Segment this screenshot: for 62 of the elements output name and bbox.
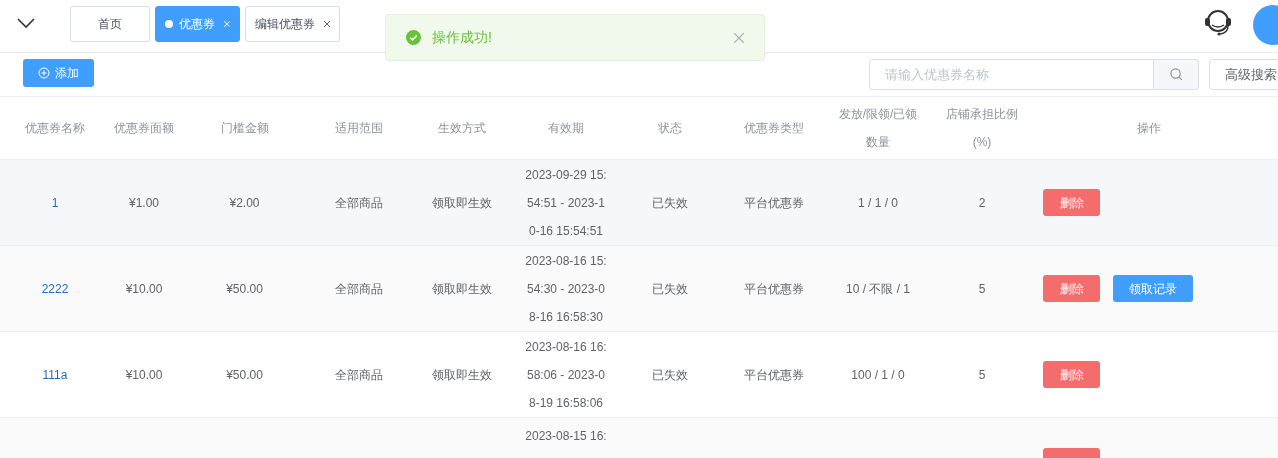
table-row[interactable]: 2222 ¥10.00 ¥50.00 全部商品 领取即生效 2023-08-16 15:54:30 - 2023-08-16 16:58:30 已失效 平台优惠券 10 / 不限 / 1 5 删除 领取记录 — [0, 246, 1278, 332]
table-cell-text: 全部商品 — [334, 194, 383, 212]
table-cell-text: ¥2.00 — [229, 194, 260, 212]
column-header: 有效期 — [548, 120, 584, 137]
delete-button[interactable]: 删除 — [1043, 275, 1100, 302]
tab[interactable]: 优惠券 — [155, 6, 240, 42]
search-field[interactable]: 请输入优惠券名称 — [869, 59, 1154, 90]
table-cell-text: 2023-08-16 15:54:30 - 2023-08-16 16:58:30 — [524, 252, 608, 326]
table-cell-text: 全部商品 — [334, 366, 383, 384]
column-header: 优惠券类型 — [744, 120, 804, 137]
table-cell-text: 2 — [978, 194, 986, 212]
search-button[interactable] — [1154, 59, 1199, 90]
table-cell-text: 10 / 不限 / 1 — [846, 280, 910, 298]
table-cell-text: 全部商品 — [334, 280, 383, 298]
collapse-caret-icon[interactable] — [17, 17, 35, 29]
table-cell-text: 已失效 — [652, 366, 688, 384]
table-cell-text: ¥1.00 — [129, 194, 159, 212]
coupon-name-link[interactable]: 2222 — [41, 274, 69, 303]
column-header: 门槛金额 — [220, 120, 269, 137]
table-cell-text: 已失效 — [652, 280, 688, 298]
claim-records-button[interactable]: 领取记录 — [1113, 275, 1193, 302]
table-cell-text: 领取即生效 — [432, 366, 492, 384]
search-icon — [1169, 68, 1183, 81]
delete-button[interactable]: 删除 — [1043, 361, 1100, 388]
table-row[interactable]: 2023-08-15 16: — [0, 418, 1278, 458]
table-cell-text: 已失效 — [652, 194, 688, 212]
advanced-search-button[interactable]: 高级搜索 — [1209, 59, 1278, 90]
column-header: 发放/限领/已领数量 — [837, 106, 919, 151]
table-cell-text: 平台优惠券 — [744, 194, 804, 212]
coupon-name-link[interactable]: 111a — [42, 360, 68, 389]
table-cell-text: ¥10.00 — [125, 366, 163, 384]
column-header: 状态 — [658, 120, 682, 137]
table-cell-text: ¥50.00 — [226, 366, 263, 384]
success-icon — [406, 30, 421, 45]
table-cell-text: 100 / 1 / 0 — [851, 366, 905, 384]
table-cell-text: 5 — [978, 366, 986, 384]
toast-message: 操作成功! — [432, 28, 492, 47]
delete-button[interactable]: 删除 — [1043, 189, 1100, 216]
table-cell-text: ¥50.00 — [226, 280, 263, 298]
table-cell-text: 平台优惠券 — [744, 366, 804, 384]
table-cell-text: ¥10.00 — [125, 280, 163, 298]
column-header: 适用范围 — [334, 120, 383, 137]
column-header: 店铺承担比例(%) — [945, 106, 1019, 151]
tab[interactable]: 首页 — [70, 6, 150, 42]
table-row[interactable]: 1 ¥1.00 ¥2.00 全部商品 领取即生效 2023-09-29 15:54:51 - 2023-10-16 15:54:51 已失效 平台优惠券 1 / 1 / 0 2 删除 — [0, 160, 1278, 246]
column-header: 操作 — [1137, 120, 1161, 137]
table-cell-text: 5 — [978, 280, 986, 298]
add-button[interactable]: 添加 — [23, 59, 94, 87]
table-cell-text: 2023-09-29 15:54:51 - 2023-10-16 15:54:51 — [524, 166, 608, 240]
close-icon[interactable] — [324, 21, 330, 27]
column-header: 优惠券面额 — [114, 120, 174, 137]
column-header: 生效方式 — [438, 120, 486, 137]
table-cell-text: 2023-08-16 16:58:06 - 2023-08-19 16:58:06 — [524, 338, 608, 412]
tab[interactable]: 编辑优惠券 — [245, 6, 340, 42]
table-cell-text: 1 / 1 / 0 — [858, 194, 898, 212]
table-cell-text: 领取即生效 — [432, 280, 492, 298]
column-header: 优惠券名称 — [25, 120, 85, 137]
coupon-name-link[interactable]: 1 — [51, 188, 59, 217]
plus-circle-icon — [38, 67, 50, 79]
table-cell-text: 平台优惠券 — [744, 280, 804, 298]
table-cell-text: 2023-08-15 16: — [525, 428, 607, 445]
table-cell-text: 领取即生效 — [432, 194, 492, 212]
